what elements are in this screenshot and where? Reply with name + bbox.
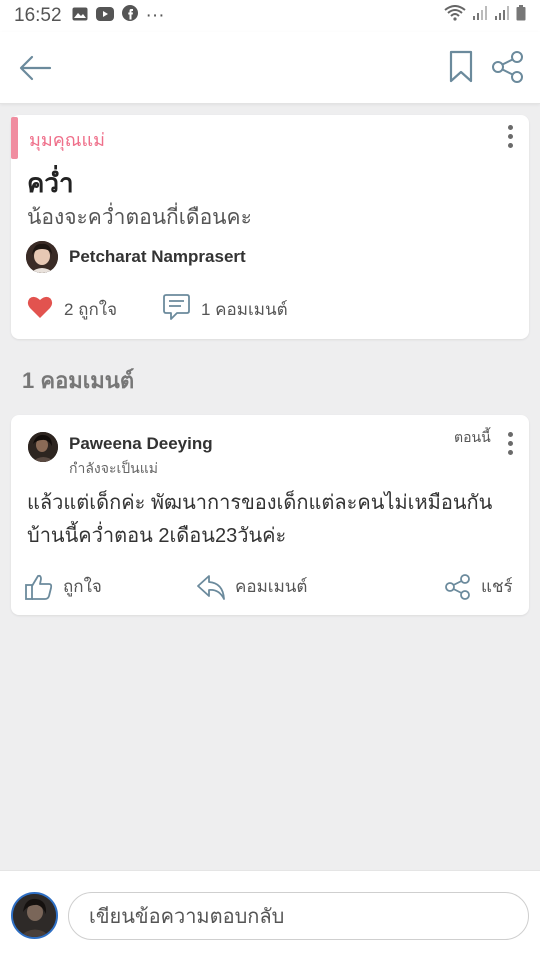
- reply-arrow-icon: [197, 574, 225, 600]
- post-card: มุมคุณแม่ คว่ำ น้องจะคว่ำตอนกี่เดือนคะ P…: [11, 115, 529, 339]
- signal-icon: [472, 5, 488, 27]
- post-category[interactable]: มุมคุณแม่: [29, 125, 105, 154]
- post-title: คว่ำ: [27, 168, 74, 198]
- reply-input[interactable]: เขียนข้อความตอบกลับ: [68, 892, 529, 940]
- share-button[interactable]: แชร์: [445, 573, 513, 600]
- avatar[interactable]: [26, 241, 58, 273]
- more-options-icon[interactable]: [505, 432, 515, 458]
- youtube-icon: [95, 5, 114, 27]
- comment-label: คอมเมนต์: [235, 577, 308, 596]
- post-body: น้องจะคว่ำตอนกี่เดือนคะ: [27, 206, 252, 229]
- comment-icon[interactable]: [163, 293, 190, 321]
- like-label: ถูกใจ: [63, 577, 102, 596]
- post-author[interactable]: Petcharat Namprasert: [69, 247, 246, 267]
- gallery-icon: [72, 5, 88, 27]
- reply-button[interactable]: คอมเมนต์: [197, 573, 307, 600]
- comment-text: แล้วแต่เด็กค่ะ พัฒนาการของเด็กแต่ละคนไม่…: [27, 492, 493, 547]
- more-options-icon[interactable]: [505, 125, 515, 151]
- share-label: แชร์: [481, 577, 513, 596]
- avatar: [11, 892, 58, 939]
- comment-card: Paweena Deeying กำลังจะเป็นแม่ ตอนนี้ แล…: [11, 415, 529, 615]
- reply-placeholder: เขียนข้อความตอบกลับ: [89, 906, 285, 928]
- comment-author-role: กำลังจะเป็นแม่: [69, 460, 158, 476]
- comments-heading: 1 คอมเมนต์: [22, 368, 135, 393]
- more-icon: ···: [145, 5, 165, 26]
- share-icon[interactable]: [490, 50, 526, 84]
- comment-author[interactable]: Paweena Deeying: [69, 434, 213, 454]
- avatar[interactable]: [28, 432, 58, 462]
- reply-bar: เขียนข้อความตอบกลับ: [0, 870, 540, 960]
- comment-timestamp: ตอนนี้: [454, 429, 491, 445]
- status-time: 16:52: [14, 5, 62, 26]
- back-arrow-icon[interactable]: [18, 52, 54, 84]
- comment-count[interactable]: 1 คอมเมนต์: [201, 296, 288, 323]
- wifi-icon: [444, 5, 466, 27]
- status-icons-right: [444, 5, 526, 27]
- bookmark-icon[interactable]: [448, 50, 474, 84]
- signal-icon: [494, 5, 510, 27]
- like-count[interactable]: 2 ถูกใจ: [64, 296, 117, 323]
- heart-icon[interactable]: [27, 295, 53, 319]
- top-app-bar: [0, 32, 540, 104]
- category-accent-bar: [11, 117, 18, 159]
- like-button[interactable]: ถูกใจ: [25, 573, 102, 600]
- battery-icon: [516, 5, 526, 27]
- facebook-icon: [121, 5, 138, 27]
- thumbs-up-icon: [25, 574, 53, 600]
- share-icon: [445, 573, 470, 600]
- status-bar: 16:52 ···: [0, 0, 540, 32]
